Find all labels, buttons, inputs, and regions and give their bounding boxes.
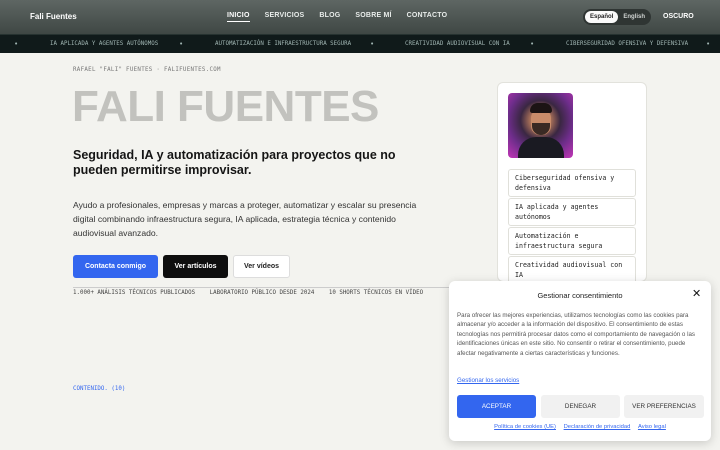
stat-item: 1.000+ ANÁLISIS TÉCNICOS PUBLICADOS xyxy=(73,290,196,296)
view-preferences-button[interactable]: VER PREFERENCIAS xyxy=(624,395,704,418)
ticker-item: AUTOMATIZACIÓN E INFRAESTRUCTURA SEGURA xyxy=(215,41,352,47)
lang-option-en[interactable]: English xyxy=(618,11,650,23)
stat-item: 10 SHORTS TÉCNICOS EN VÍDEO xyxy=(328,290,424,296)
deny-button[interactable]: DENEGAR xyxy=(541,395,620,418)
avatar-hair xyxy=(530,103,552,113)
expertise-tag: IA aplicada y agentes autónomos xyxy=(508,198,636,226)
legal-links: Política de cookies (UE) Declaración de … xyxy=(449,424,711,430)
ticker-separator: • xyxy=(706,40,711,48)
nav-item-contacto[interactable]: CONTACTO xyxy=(407,12,448,22)
hero-subtitle: Seguridad, IA y automatización para proy… xyxy=(73,148,396,177)
cookie-consent-dialog: Gestionar consentimiento ✕ Para ofrecer … xyxy=(449,281,711,441)
expertise-tag: Creatividad audiovisual con IA xyxy=(508,256,636,284)
stats-strip: 1.000+ ANÁLISIS TÉCNICOS PUBLICADOS LABO… xyxy=(73,287,449,296)
profile-card: Ciberseguridad ofensiva y defensiva IA a… xyxy=(497,82,647,284)
ticker-separator: • xyxy=(530,40,535,48)
language-switcher: Español English xyxy=(583,9,651,25)
ticker-separator: • xyxy=(14,40,19,48)
ticker-separator: • xyxy=(179,40,184,48)
hero-title: FALI FUENTES xyxy=(72,82,379,131)
accept-button[interactable]: ACEPTAR xyxy=(457,395,536,418)
dialog-title: Gestionar consentimiento xyxy=(537,291,623,300)
cookie-policy-link[interactable]: Política de cookies (UE) xyxy=(494,424,556,430)
avatar xyxy=(508,93,573,158)
hero-description: Ayudo a profesionales, empresas y marcas… xyxy=(73,200,417,238)
nav-item-inicio[interactable]: INICIO xyxy=(227,12,250,22)
expertise-tag: Automatización e infraestructura segura xyxy=(508,227,636,255)
videos-button[interactable]: Ver vídeos xyxy=(233,255,290,278)
legal-notice-link[interactable]: Aviso legal xyxy=(638,424,666,430)
manage-services-link[interactable]: Gestionar los servicios xyxy=(457,377,519,384)
ticker-item: CIBERSEGURIDAD OFENSIVA Y DEFENSIVA xyxy=(566,41,689,47)
theme-toggle[interactable]: OSCURO xyxy=(663,13,694,20)
articles-button[interactable]: Ver artículos xyxy=(163,255,228,278)
ticker-item: IA APLICADA Y AGENTES AUTÓNOMOS xyxy=(50,41,159,47)
topics-ticker: • IA APLICADA Y AGENTES AUTÓNOMOS • AUTO… xyxy=(0,34,720,53)
privacy-statement-link[interactable]: Declaración de privacidad xyxy=(564,424,631,430)
brand-logo[interactable]: Fali Fuentes xyxy=(30,12,77,21)
ticker-item: CREATIVIDAD AUDIOVISUAL CON IA xyxy=(405,41,510,47)
expertise-tag: Ciberseguridad ofensiva y defensiva xyxy=(508,169,636,197)
nav-item-blog[interactable]: BLOG xyxy=(319,12,340,22)
contact-button[interactable]: Contacta conmigo xyxy=(73,255,158,278)
site-header: Fali Fuentes INICIO SERVICIOS BLOG SOBRE… xyxy=(0,0,720,34)
content-count: CONTENIDO. (10) xyxy=(73,386,126,392)
close-icon[interactable]: ✕ xyxy=(692,289,701,300)
avatar-body xyxy=(518,137,564,158)
stat-item: LABORATORIO PÚBLICO DESDE 2024 xyxy=(209,290,315,296)
consent-text: Para ofrecer las mejores experiencias, u… xyxy=(457,312,696,357)
nav-item-sobre-mi[interactable]: SOBRE MÍ xyxy=(355,12,391,22)
hero-kicker: RAFAEL "FALI" FUENTES · FALIFUENTES.COM xyxy=(73,67,221,73)
ticker-separator: • xyxy=(370,40,375,48)
main-nav: INICIO SERVICIOS BLOG SOBRE MÍ CONTACTO xyxy=(227,12,447,22)
nav-item-servicios[interactable]: SERVICIOS xyxy=(265,12,305,22)
lang-option-es[interactable]: Español xyxy=(585,11,619,23)
